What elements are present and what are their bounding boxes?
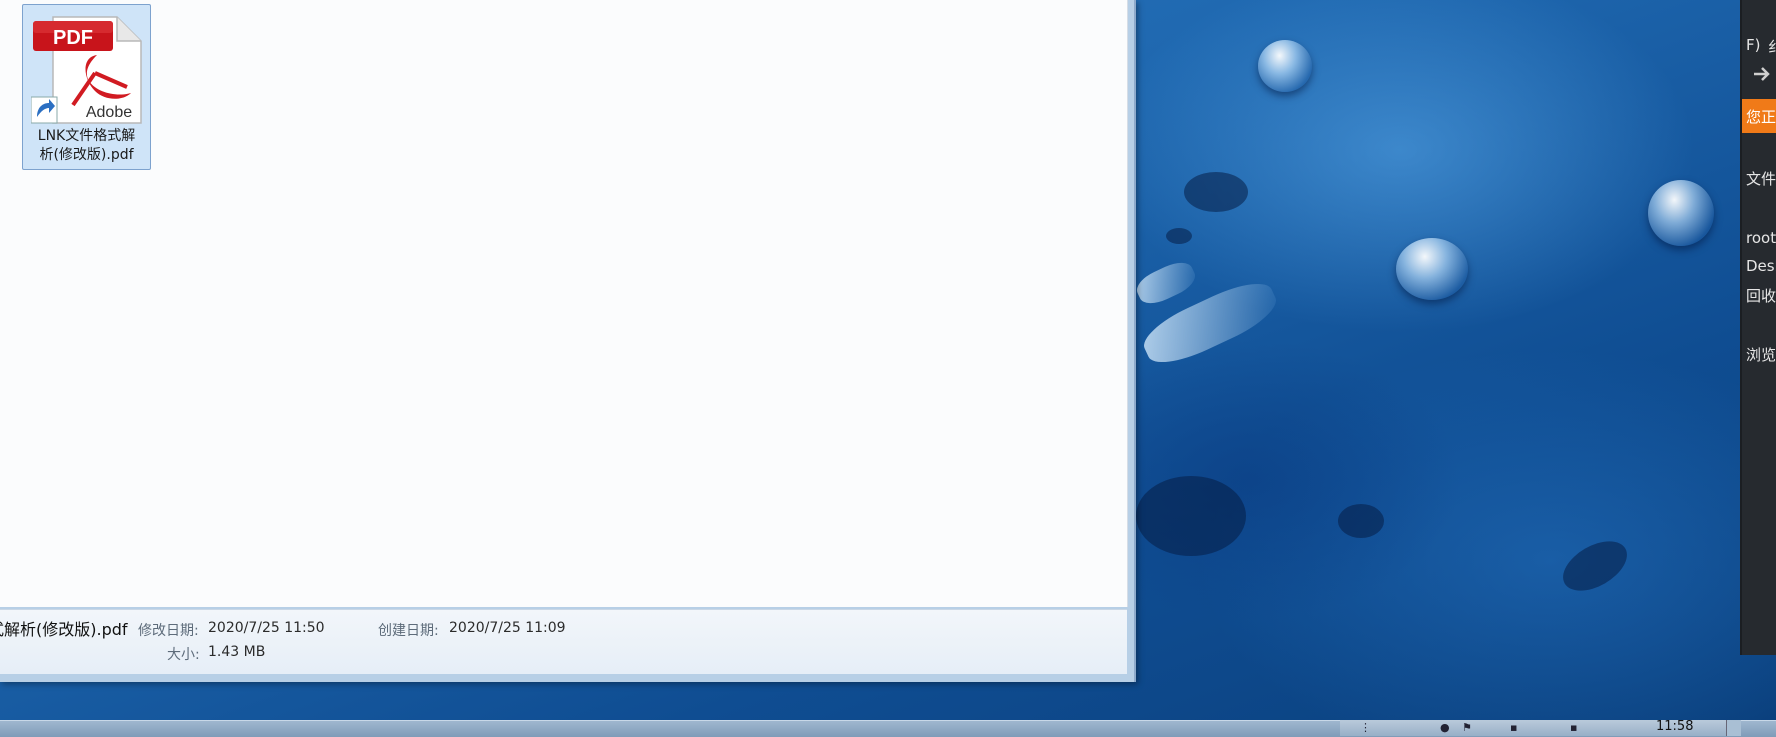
tray-icon[interactable]: ▪ [1570, 721, 1580, 735]
file-name-label: LNK文件格式解 析(修改版).pdf [37, 128, 136, 163]
menu-fragment[interactable]: F) [1746, 36, 1760, 54]
adobe-brand-text: Adobe [86, 104, 132, 121]
keyboard-icon[interactable]: ⋮ [1360, 721, 1371, 735]
water-shadow [1166, 228, 1192, 244]
panel-line-desktop[interactable]: Desk [1746, 257, 1776, 275]
network-icon[interactable]: ● [1440, 721, 1450, 735]
size-value: 1.43 MB [208, 644, 266, 660]
notice-bar: 您正 [1742, 99, 1776, 133]
water-shadow [1136, 476, 1246, 556]
panel-line-files[interactable]: 文件 [1746, 168, 1776, 189]
show-desktop-button[interactable] [1726, 720, 1741, 736]
pdf-file-icon: PDF Adobe [31, 16, 142, 124]
modified-date-value: 2020/7/25 11:50 [208, 620, 325, 636]
water-drop [1396, 238, 1468, 300]
notice-text: 您正 [1746, 108, 1776, 126]
arrow-right-icon[interactable] [1752, 64, 1772, 84]
file-list-pane[interactable]: PDF Adobe LNK文件格式解 析(修改版).pdf [0, 0, 1128, 607]
water-shadow [1554, 531, 1636, 601]
volume-icon[interactable]: ▪ [1510, 721, 1520, 735]
panel-line-browse[interactable]: 浏览 [1746, 344, 1776, 365]
details-filename: 式解析(修改版).pdf [0, 620, 128, 639]
created-date-value: 2020/7/25 11:09 [449, 620, 566, 636]
size-label: 大小: [167, 647, 200, 663]
water-drop [1258, 40, 1312, 92]
modified-date-label: 修改日期: [138, 623, 199, 639]
created-date-label: 创建日期: [378, 623, 439, 639]
flag-icon[interactable]: ⚑ [1462, 721, 1472, 735]
water-shadow [1338, 504, 1384, 538]
side-window-panel: F) 纟 您正 文件 root Desk 回收 浏览 [1740, 0, 1776, 655]
panel-line-root[interactable]: root [1746, 229, 1776, 247]
file-explorer-window: PDF Adobe LNK文件格式解 析(修改版).pdf 式解析(修改版).p… [0, 0, 1136, 682]
water-shadow [1184, 172, 1248, 212]
menu-fragment-2[interactable]: 纟 [1768, 36, 1776, 57]
file-item-selected[interactable]: PDF Adobe LNK文件格式解 析(修改版).pdf [22, 4, 151, 170]
details-pane: 式解析(修改版).pdf 修改日期: 2020/7/25 11:50 创建日期:… [0, 609, 1127, 674]
taskbar-clock[interactable]: 11:58 [1656, 720, 1693, 734]
water-drop [1648, 180, 1714, 246]
water-splash [1132, 256, 1200, 310]
panel-line-recycle[interactable]: 回收 [1746, 285, 1776, 306]
pdf-badge-text: PDF [53, 27, 93, 49]
